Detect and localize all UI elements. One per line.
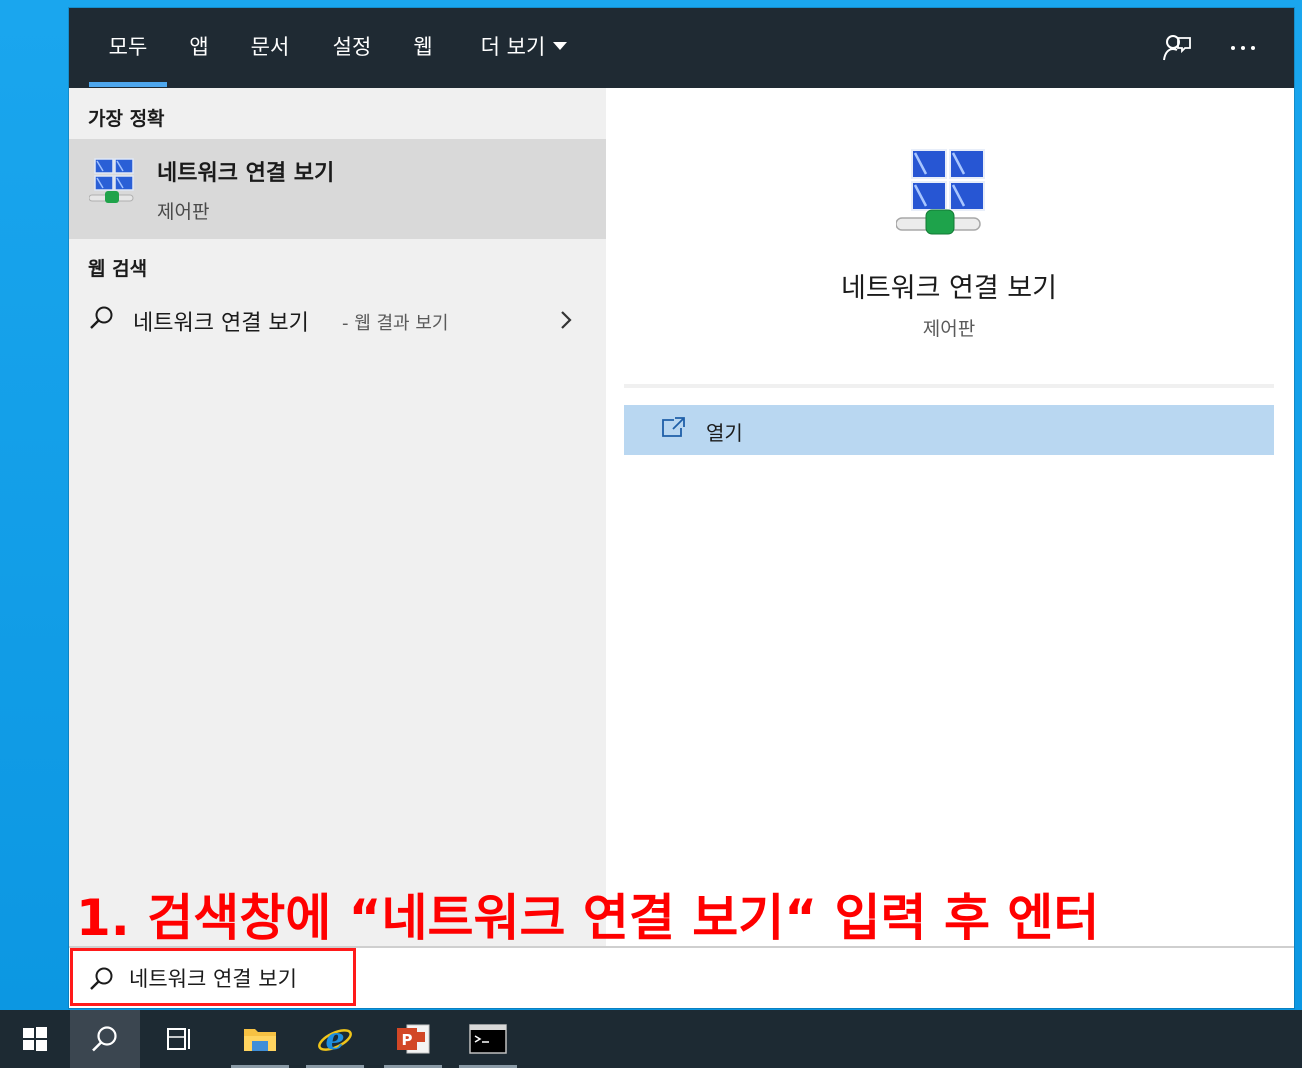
command-prompt-icon — [469, 1024, 507, 1054]
network-connections-large-icon — [896, 149, 985, 235]
tab-web-label: 웹 — [413, 35, 433, 59]
open-action-button[interactable]: 열기 — [624, 405, 1274, 455]
tab-settings-label: 설정 — [332, 35, 372, 59]
task-view-icon — [167, 1028, 190, 1050]
web-search-result[interactable]: 네트워크 연결 보기 - 웹 결과 보기 — [69, 293, 606, 343]
file-explorer-button[interactable] — [225, 1010, 295, 1068]
open-icon — [662, 417, 685, 437]
best-match-result[interactable]: 네트워크 연결 보기 제어판 — [69, 139, 606, 239]
taskbar-search-button[interactable] — [70, 1010, 140, 1068]
preview-divider — [624, 384, 1274, 388]
powerpoint-button[interactable]: P — [378, 1010, 448, 1068]
instruction-annotation: 1. 검색창에 “네트워크 연결 보기“ 입력 후 엔터 — [76, 889, 1100, 947]
best-match-title: 네트워크 연결 보기 — [157, 161, 335, 186]
tab-settings[interactable]: 설정 — [323, 8, 381, 88]
taskbar: e P — [0, 1010, 1302, 1068]
web-result-query: 네트워크 연결 보기 — [133, 311, 309, 336]
tab-web[interactable]: 웹 — [405, 8, 441, 88]
search-icon — [90, 306, 113, 329]
internet-explorer-button[interactable]: e — [300, 1010, 370, 1068]
svg-text:P: P — [402, 1031, 413, 1049]
search-tab-bar: 모두 앱 문서 설정 웹 더 보기 — [69, 8, 1294, 88]
more-options-icon[interactable] — [1227, 32, 1259, 64]
command-prompt-button[interactable] — [453, 1010, 523, 1068]
tab-apps-label: 앱 — [189, 35, 209, 59]
tab-all[interactable]: 모두 — [89, 8, 167, 88]
search-icon — [92, 1026, 117, 1052]
internet-explorer-icon: e — [318, 1022, 352, 1057]
preview-pane: 네트워크 연결 보기 제어판 열기 — [606, 88, 1294, 1008]
tab-all-label: 모두 — [108, 35, 148, 59]
dropdown-caret-icon — [553, 42, 568, 50]
task-view-button[interactable] — [145, 1010, 215, 1068]
start-button[interactable] — [0, 1010, 70, 1068]
active-tab-indicator — [89, 82, 167, 87]
svg-text:e: e — [325, 1022, 344, 1057]
annotation-highlight-box — [70, 948, 356, 1006]
search-panel: 모두 앱 문서 설정 웹 더 보기 가장 정확 네트워크 연결 보기 제어판 웹… — [69, 8, 1294, 1008]
feedback-icon[interactable] — [1161, 32, 1193, 64]
powerpoint-icon: P — [397, 1024, 430, 1054]
chevron-right-icon — [561, 311, 572, 329]
web-result-suffix: - 웹 결과 보기 — [342, 313, 449, 334]
tab-documents[interactable]: 문서 — [241, 8, 299, 88]
preview-title: 네트워크 연결 보기 — [841, 273, 1057, 304]
results-list: 가장 정확 네트워크 연결 보기 제어판 웹 검색 네트워크 연결 보기 - 웹… — [69, 88, 606, 1008]
tab-more[interactable]: 더 보기 — [469, 8, 579, 88]
web-search-heading: 웹 검색 — [88, 258, 148, 280]
open-action-label: 열기 — [706, 421, 743, 445]
preview-subtitle: 제어판 — [922, 318, 976, 340]
start-icon — [23, 1027, 47, 1051]
tab-more-label: 더 보기 — [480, 35, 546, 59]
best-match-subtitle: 제어판 — [157, 201, 210, 223]
tab-documents-label: 문서 — [250, 35, 290, 59]
best-match-heading: 가장 정확 — [88, 108, 165, 130]
network-connections-icon — [89, 158, 134, 203]
file-explorer-icon — [244, 1029, 276, 1051]
preview-card: 네트워크 연결 보기 제어판 — [624, 108, 1274, 384]
tab-apps[interactable]: 앱 — [179, 8, 219, 88]
